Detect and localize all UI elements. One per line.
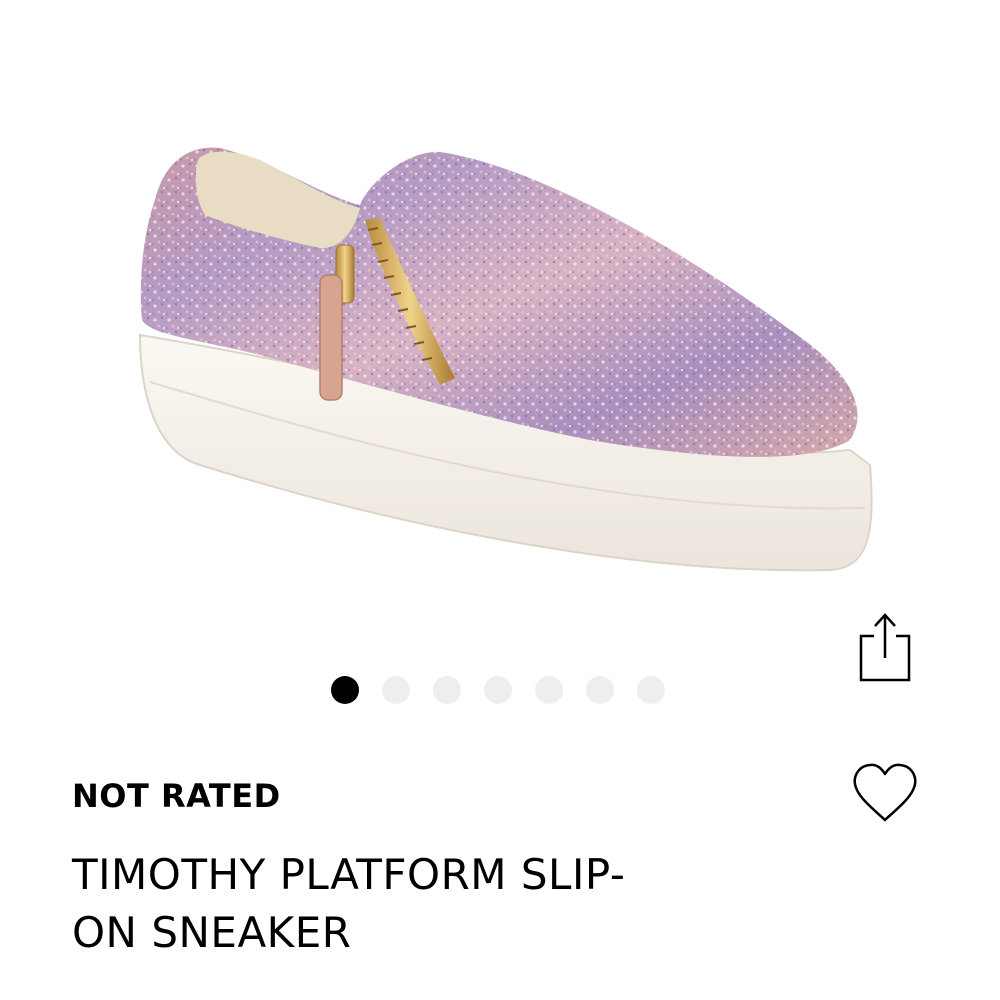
product-title-line-2: ON SNEAKER: [72, 908, 352, 957]
product-image[interactable]: [110, 120, 900, 610]
carousel-dot[interactable]: [382, 676, 410, 704]
carousel-dot[interactable]: [433, 676, 461, 704]
carousel-dot[interactable]: [484, 676, 512, 704]
carousel-dot[interactable]: [331, 676, 359, 704]
carousel-dot[interactable]: [637, 676, 665, 704]
carousel-dot[interactable]: [586, 676, 614, 704]
image-carousel-indicator: [331, 676, 665, 704]
favorite-button[interactable]: [848, 758, 922, 828]
heart-icon: [853, 763, 917, 822]
product-detail-page: NOT RATED TIMOTHY PLATFORM SLIP- ON SNEA…: [0, 0, 1000, 1000]
product-title: TIMOTHY PLATFORM SLIP- ON SNEAKER: [72, 846, 692, 962]
share-icon: [859, 613, 911, 682]
share-button[interactable]: [850, 606, 920, 688]
carousel-dot[interactable]: [535, 676, 563, 704]
product-title-line-1: TIMOTHY PLATFORM SLIP-: [72, 850, 626, 899]
rating-status: NOT RATED: [72, 777, 281, 815]
